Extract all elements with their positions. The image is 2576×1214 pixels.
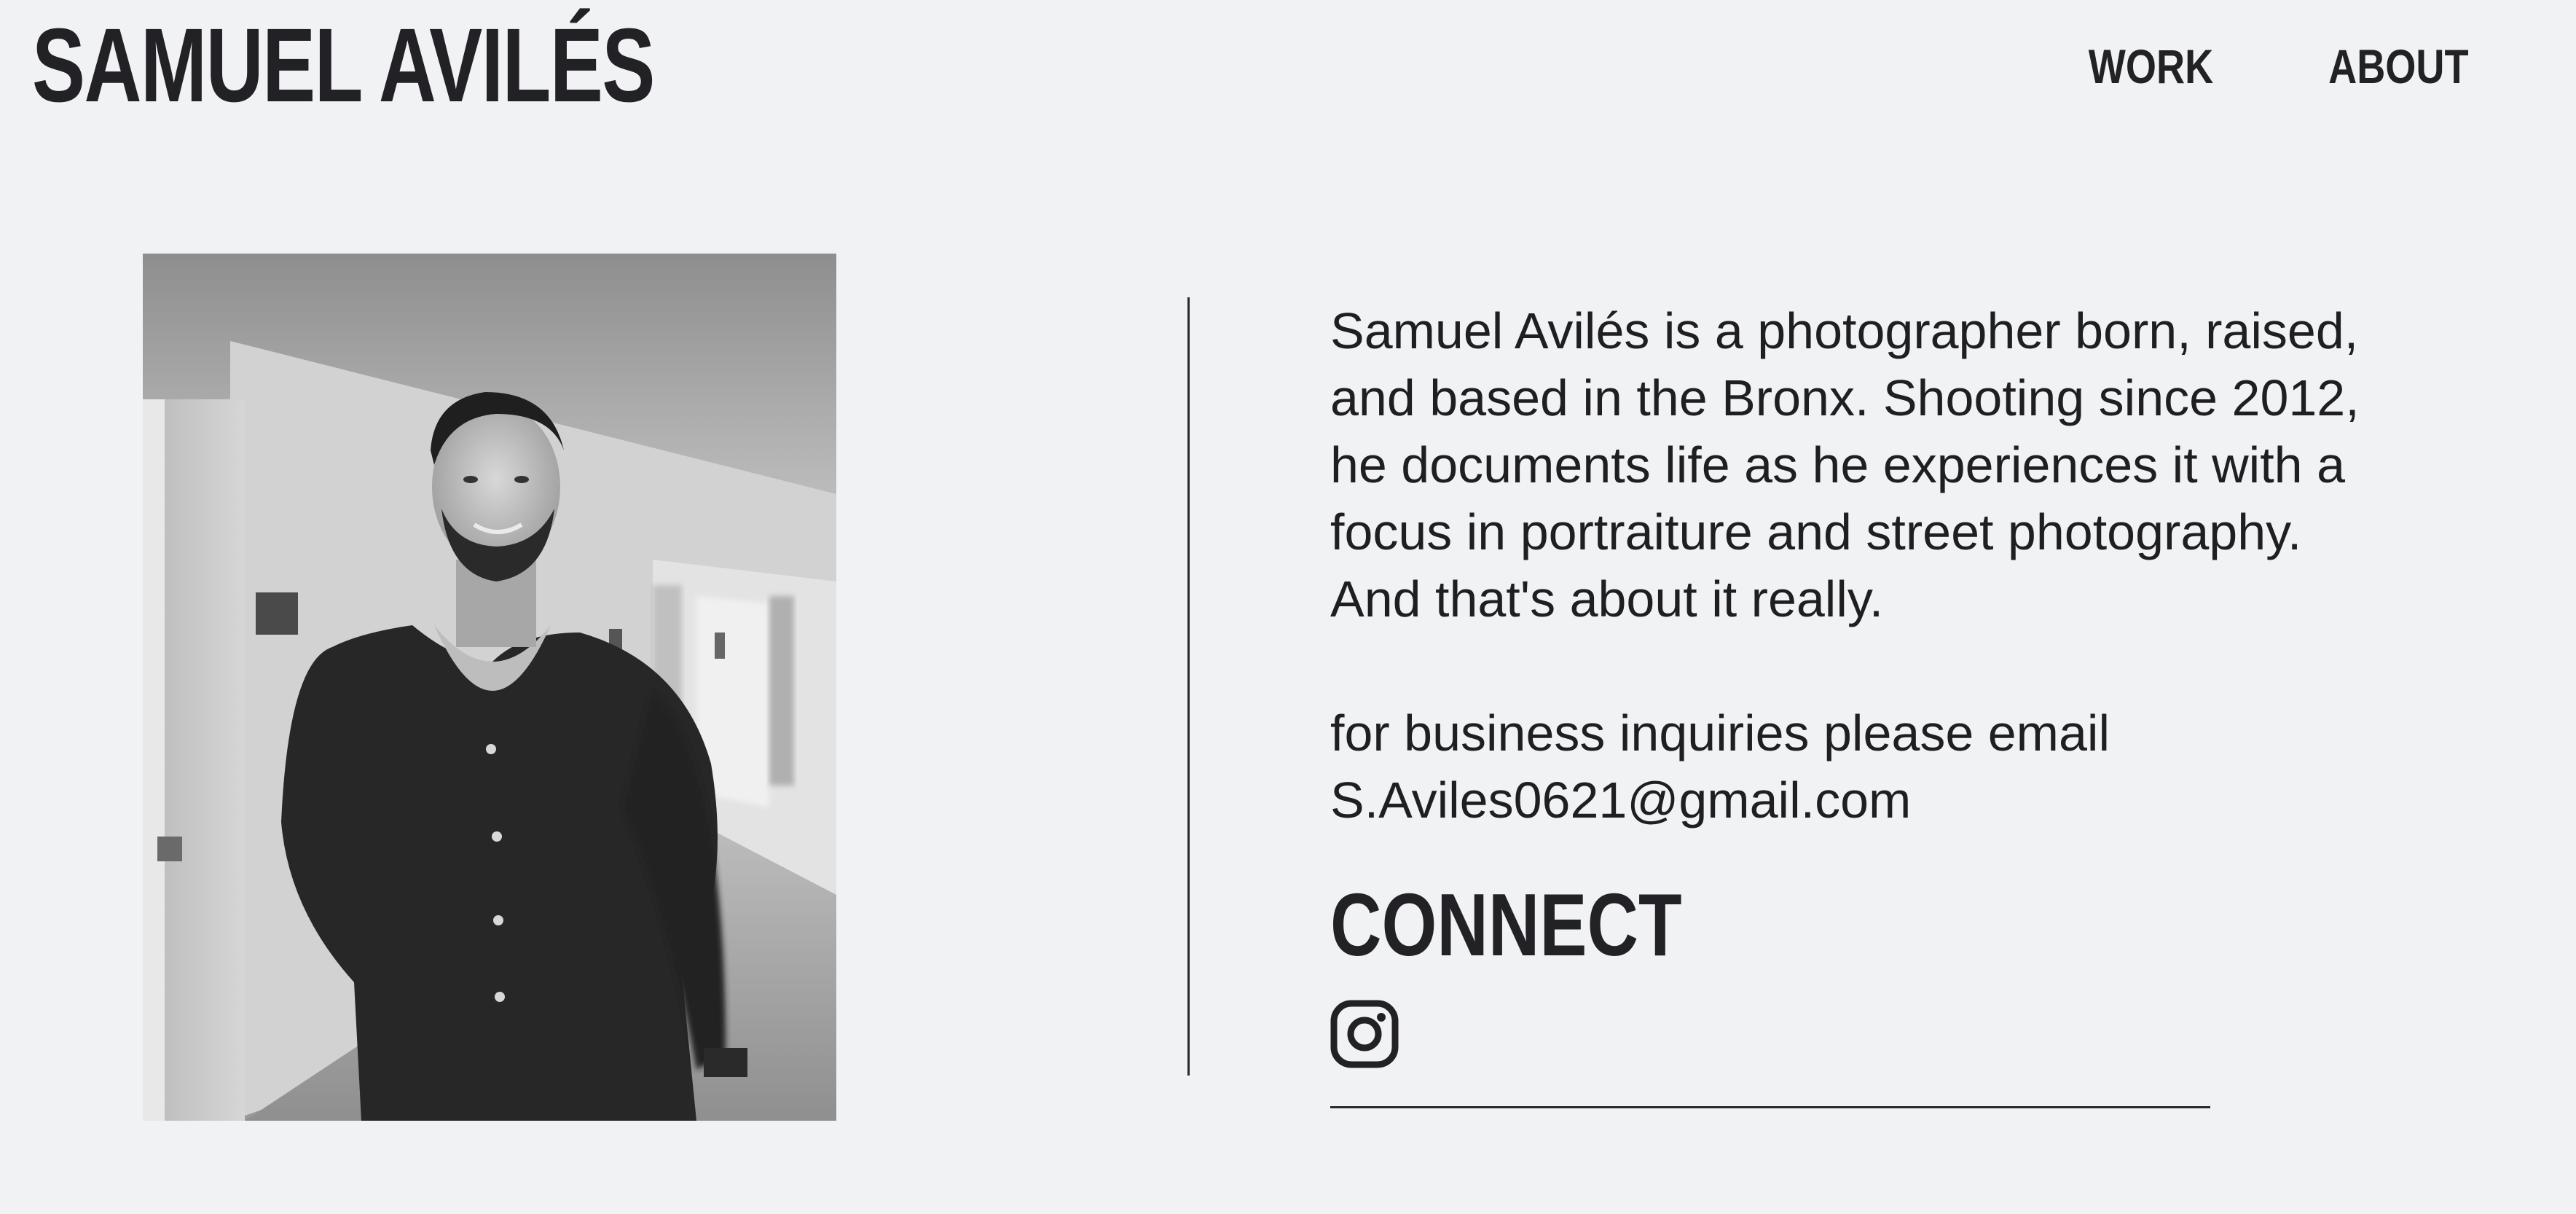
nav-work-link[interactable]: WORK [2089,42,2213,90]
email-link[interactable]: S.Aviles0621@gmail.com [1330,767,2365,834]
main-nav: WORK ABOUT [2075,42,2484,90]
bio-line: and based in the Bronx. Shooting since 2… [1330,369,2360,426]
vertical-divider [1187,297,1190,1076]
connect-heading: CONNECT [1330,875,1682,974]
bio-line: Samuel Avilés is a photographer born, ra… [1330,302,2359,359]
horizontal-divider [1330,1106,2210,1108]
inquiry-text: for business inquiries please email [1330,705,2110,761]
bio-section: Samuel Avilés is a photographer born, ra… [1330,297,2365,834]
bio-line: focus in portraiture and street photogra… [1330,504,2302,560]
portrait-photo [143,254,836,1121]
instagram-icon[interactable] [1330,1000,1399,1068]
site-title[interactable]: SAMUEL AVILÉS [32,13,655,118]
bio-line: he documents life as he experiences it w… [1330,436,2345,493]
bio-line: And that's about it really. [1330,571,1884,627]
nav-about-link[interactable]: ABOUT [2328,42,2468,90]
